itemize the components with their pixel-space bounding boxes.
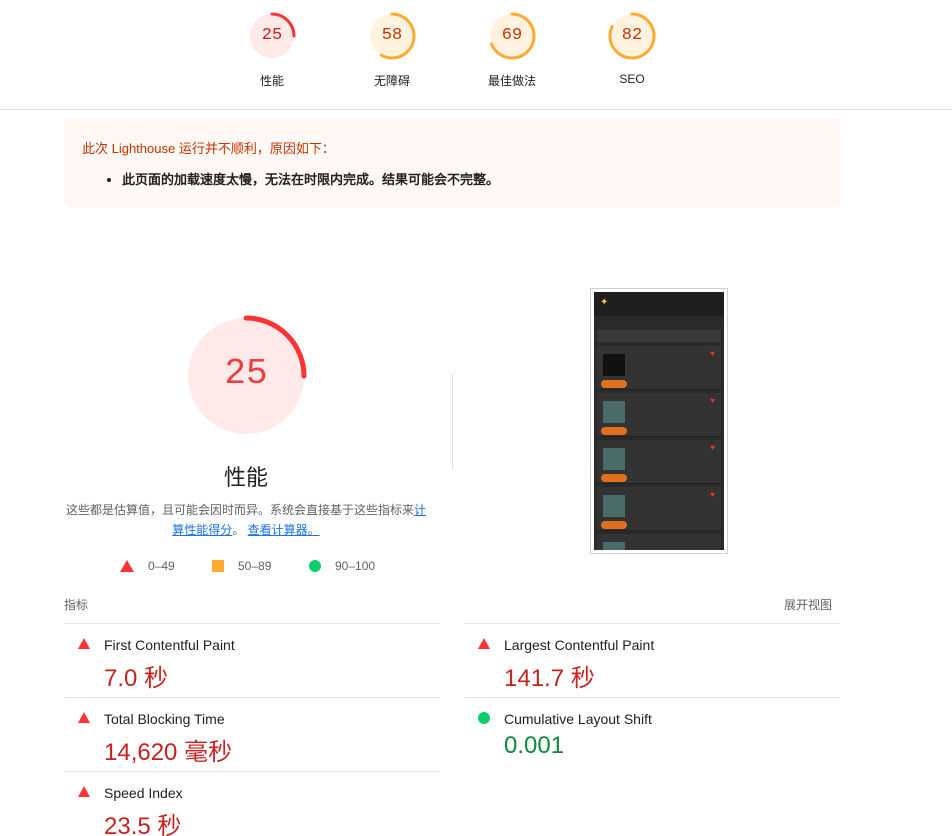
circle-icon [309, 560, 321, 572]
screenshot-ticker [597, 330, 721, 342]
gauge-label: SEO [619, 72, 645, 86]
gauge-label: 性能 [259, 74, 284, 88]
metric-name: Speed Index [104, 785, 183, 801]
heart-icon: ♥ [710, 443, 715, 452]
screenshot-header: ✦ [594, 292, 724, 316]
performance-title: 性能 [223, 465, 268, 490]
gauge-accessibility[interactable]: 58 无障碍 [342, 12, 442, 89]
card-tag [601, 474, 627, 482]
performance-gauge: 25 [184, 314, 308, 438]
heart-icon: ♥ [710, 490, 715, 499]
score-legend: 0–49 50–89 90–100 [120, 558, 420, 576]
metrics-header: 指标 展开视图 [64, 596, 840, 613]
gauge-best-practices[interactable]: 69 最佳做法 [462, 12, 562, 89]
metric-value: 0.001 [504, 732, 565, 759]
warning-item: 此页面的加载速度太慢，无法在时限内完成。结果可能会不完整。 [122, 169, 822, 188]
metric-value: 14,620 毫秒 [104, 739, 233, 766]
gauge-score: 58 [381, 26, 403, 45]
metrics-title: 指标 [64, 598, 89, 612]
screenshot-logo: ✦ [600, 297, 609, 308]
screenshot-card: ♥ [597, 440, 721, 484]
legend-label: 0–49 [148, 559, 175, 573]
card-thumbnail [603, 401, 625, 423]
fail-triangle-icon [78, 638, 90, 649]
category-gauges: 25 性能 58 无障碍 69 最佳做法 82 SEO [0, 0, 952, 110]
card-thumbnail [603, 354, 625, 376]
performance-score: 25 [224, 353, 268, 394]
fail-triangle-icon [78, 712, 90, 723]
screenshot-card: ♥ [597, 346, 721, 390]
warning-title: 此次 Lighthouse 运行并不顺利，原因如下： [82, 141, 335, 156]
metric-name: Cumulative Layout Shift [504, 711, 652, 727]
triangle-icon [120, 560, 134, 572]
metric-name: Largest Contentful Paint [504, 637, 655, 653]
warning-list: 此页面的加载速度太慢，无法在时限内完成。结果可能会不完整。 [82, 169, 822, 188]
gauge-score: 82 [621, 26, 643, 45]
metric-name: First Contentful Paint [104, 637, 235, 653]
heart-icon: ♥ [710, 396, 715, 405]
gauge-score: 69 [501, 26, 523, 45]
gauge-seo[interactable]: 82 SEO [582, 12, 682, 86]
pass-circle-icon [478, 712, 490, 724]
fail-triangle-icon [478, 638, 490, 649]
metric-tbt: Total Blocking Time 14,620 毫秒 [64, 697, 440, 771]
section-divider [452, 374, 453, 470]
gauge-label: 无障碍 [373, 74, 410, 88]
card-tag [601, 380, 627, 388]
card-thumbnail [603, 448, 625, 470]
gauge-score: 25 [261, 26, 283, 45]
description-sep: 。 [232, 523, 245, 537]
run-warning: 此次 Lighthouse 运行并不顺利，原因如下： 此页面的加载速度太慢，无法… [64, 118, 840, 208]
fail-triangle-icon [78, 786, 90, 797]
view-calculator-link[interactable]: 查看计算器。 [248, 523, 320, 537]
metric-value: 141.7 秒 [504, 665, 595, 692]
gauge-label: 最佳做法 [487, 74, 536, 88]
metric-lcp: Largest Contentful Paint 141.7 秒 [464, 623, 840, 697]
screenshot-image: ✦ ♥ ♥ ♥ ♥ [594, 292, 724, 550]
card-tag [601, 427, 627, 435]
card-thumbnail [603, 542, 625, 550]
performance-description: 这些都是估算值，且可能会因时而异。系统会直接基于这些指标来计算性能得分。 查看计… [60, 500, 432, 540]
final-screenshot[interactable]: ✦ ♥ ♥ ♥ ♥ [590, 288, 728, 554]
metric-si: Speed Index 23.5 秒 [64, 771, 440, 836]
expand-view-toggle[interactable]: 展开视图 [784, 596, 832, 613]
gauge-performance[interactable]: 25 性能 [222, 12, 322, 89]
legend-label: 90–100 [335, 559, 376, 573]
screenshot-card: ♥ [597, 487, 721, 531]
metric-fcp: First Contentful Paint 7.0 秒 [64, 623, 440, 697]
legend-label: 50–89 [238, 559, 272, 573]
square-icon [212, 560, 224, 572]
card-tag [601, 521, 627, 529]
metric-value: 7.0 秒 [104, 665, 169, 692]
screenshot-card [597, 534, 721, 550]
card-thumbnail [603, 495, 625, 517]
metric-value: 23.5 秒 [104, 813, 182, 836]
metric-cls: Cumulative Layout Shift 0.001 [464, 697, 840, 771]
description-text: 这些都是估算值，且可能会因时而异。系统会直接基于这些指标来 [65, 503, 414, 517]
heart-icon: ♥ [710, 349, 715, 358]
metric-name: Total Blocking Time [104, 711, 225, 727]
screenshot-card: ♥ [597, 393, 721, 437]
